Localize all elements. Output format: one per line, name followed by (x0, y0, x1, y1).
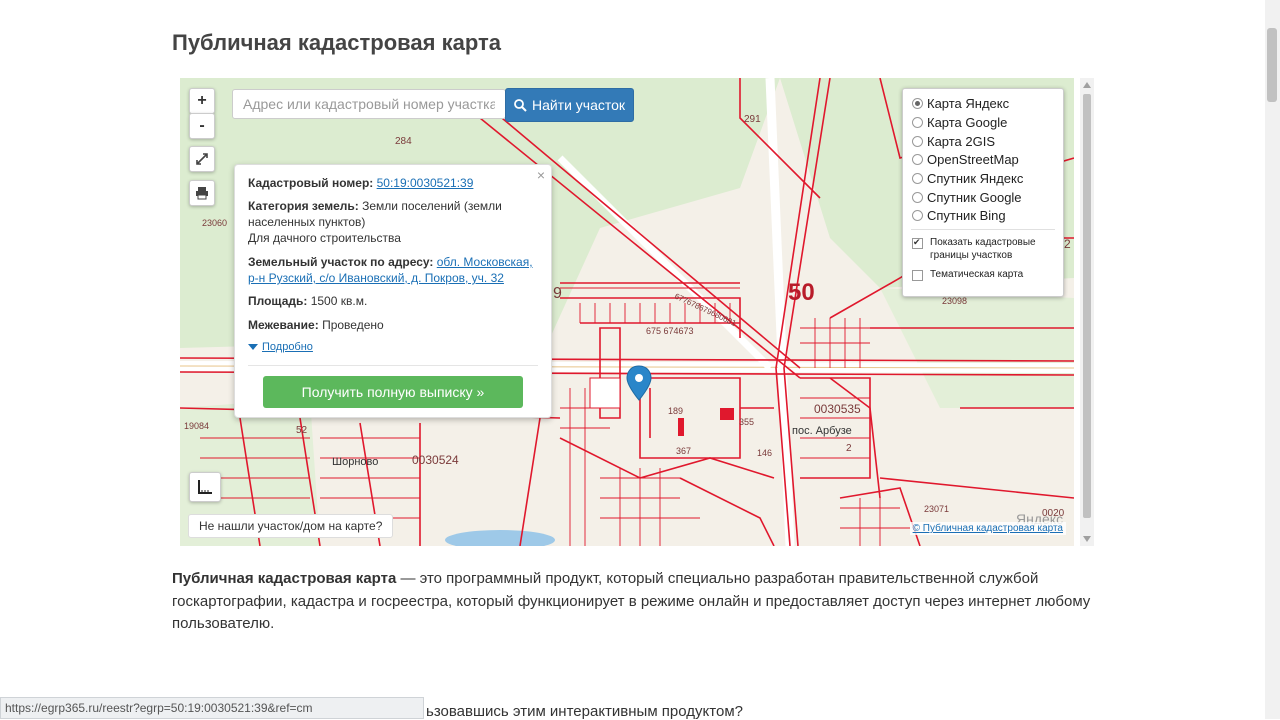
page-scrollbar[interactable] (1265, 0, 1280, 719)
map-label: 355 (739, 417, 754, 427)
map-label: 2 (846, 443, 852, 454)
cadastral-number-label: Кадастровый номер: (248, 176, 374, 190)
layer-option[interactable]: Карта Яндекс (912, 96, 1009, 111)
status-bar-url: https://egrp365.ru/reestr?egrp=50:19:003… (0, 697, 424, 719)
map-label: 50 (788, 279, 815, 306)
radio-icon (912, 117, 923, 128)
map-label: 23071 (924, 504, 949, 514)
expand-icon (196, 153, 208, 165)
print-button[interactable] (189, 180, 215, 206)
map-label: 675 674673 (646, 326, 694, 336)
caret-down-icon (248, 344, 258, 350)
address-row: Земельный участок по адресу: обл. Москов… (248, 254, 540, 286)
layer-option[interactable]: OpenStreetMap (912, 152, 1019, 167)
page-title: Публичная кадастровая карта (172, 30, 501, 55)
popup-divider (248, 365, 538, 366)
survey-value: Проведено (322, 318, 384, 332)
map-label: 23098 (942, 296, 967, 306)
layer-option[interactable]: Спутник Яндекс (912, 171, 1023, 186)
zoom-in-button[interactable]: + (189, 88, 215, 114)
attribution-link[interactable]: © Публичная кадастровая карта (913, 523, 1063, 534)
get-full-extract-button[interactable]: Получить полную выписку » (263, 376, 523, 408)
layer-label: Спутник Google (927, 190, 1022, 205)
radio-selected-icon (912, 98, 923, 109)
map-label: 0030524 (412, 453, 459, 467)
survey-label: Межевание: (248, 318, 319, 332)
map-label: 291 (744, 114, 761, 125)
map-label: 52 (296, 425, 308, 436)
layer-label: Карта Google (927, 115, 1008, 130)
map-label: пос. Арбузе (792, 425, 852, 437)
layer-option[interactable]: Спутник Google (912, 190, 1022, 205)
layer-label: Карта 2GIS (927, 134, 996, 149)
layer-option[interactable]: Карта Google (912, 115, 1007, 130)
land-category-label: Категория земель: (248, 199, 359, 213)
search-input[interactable] (232, 89, 506, 119)
map-label: 0020 (1042, 508, 1065, 519)
ruler-icon (198, 480, 212, 494)
intro-paragraph: Публичная кадастровая карта — это програ… (172, 568, 1102, 636)
map-layer-switcher: Карта Яндекс Карта Google Карта 2GIS Ope… (902, 88, 1064, 297)
search-icon (514, 98, 527, 112)
details-label: Подробно (262, 341, 313, 353)
cadastral-number-row: Кадастровый номер: 50:19:0030521:39 (248, 175, 540, 191)
map-label: 9 (553, 285, 562, 302)
radio-icon (912, 136, 923, 147)
thematic-map-label: Тематическая карта (930, 269, 1024, 280)
find-plot-button[interactable]: Найти участок (505, 88, 634, 122)
plot-info-popup: × Кадастровый номер: 50:19:0030521:39 Ка… (234, 164, 552, 418)
map-label: 146 (757, 448, 772, 458)
land-usage: Для дачного строительства (248, 231, 401, 245)
map-label: 19084 (184, 421, 209, 431)
thematic-map-checkbox[interactable]: Тематическая карта (912, 268, 1023, 281)
map-label: 2 (1064, 237, 1071, 251)
survey-row: Межевание: Проведено (248, 317, 540, 333)
radio-icon (912, 192, 923, 203)
layer-label: Спутник Bing (927, 208, 1006, 223)
map-label: 189 (668, 406, 683, 416)
area-value: 1500 кв.м. (310, 294, 368, 308)
details-link[interactable]: Подробно (248, 341, 313, 353)
checkbox-icon (912, 270, 923, 281)
address-label: Земельный участок по адресу: (248, 255, 434, 269)
ruler-button[interactable] (189, 472, 221, 502)
map-label: 367 (676, 446, 691, 456)
next-heading-fragment: ьзовавшись этим интерактивным продуктом? (426, 703, 743, 720)
radio-icon (912, 154, 923, 165)
layer-label: OpenStreetMap (927, 152, 1019, 167)
intro-bold: Публичная кадастровая карта (172, 570, 397, 587)
printer-icon (196, 187, 208, 200)
checkbox-checked-icon (912, 236, 923, 249)
area-row: Площадь: 1500 кв.м. (248, 293, 540, 309)
map-attribution: © Публичная кадастровая карта (909, 522, 1066, 535)
radio-icon (912, 210, 923, 221)
layer-label: Спутник Яндекс (927, 171, 1024, 186)
area-label: Площадь: (248, 294, 308, 308)
zoom-out-button[interactable]: - (189, 113, 215, 139)
page-scroll-thumb[interactable] (1267, 28, 1277, 102)
not-found-button[interactable]: Не нашли участок/дом на карте? (188, 514, 394, 538)
layer-option[interactable]: Карта 2GIS (912, 134, 995, 149)
find-plot-label: Найти участок (531, 97, 626, 113)
map-scrollbar[interactable] (1080, 78, 1094, 546)
land-category-row: Категория земель: Земли поселений (земли… (248, 198, 540, 230)
scroll-down-icon[interactable] (1083, 536, 1091, 542)
map-label: 284 (395, 136, 412, 147)
layer-option[interactable]: Спутник Bing (912, 208, 1006, 223)
cadastral-map[interactable]: 291 284 23060 19084 52 9 50 23098 2 675 … (180, 78, 1074, 546)
scroll-up-icon[interactable] (1083, 82, 1091, 88)
fullscreen-button[interactable] (189, 146, 215, 172)
map-label: Шорново (332, 456, 378, 468)
show-borders-checkbox[interactable]: Показать кадастровые границы участков (912, 236, 1042, 262)
cadastral-number-link[interactable]: 50:19:0030521:39 (377, 176, 474, 190)
scroll-thumb[interactable] (1083, 94, 1091, 518)
layer-divider (911, 229, 1055, 230)
map-label: 23060 (202, 218, 227, 228)
map-label: 0030535 (814, 402, 861, 416)
show-borders-label: Показать кадастровые границы участков (930, 237, 1036, 261)
layer-label: Карта Яндекс (927, 96, 1010, 111)
radio-icon (912, 173, 923, 184)
